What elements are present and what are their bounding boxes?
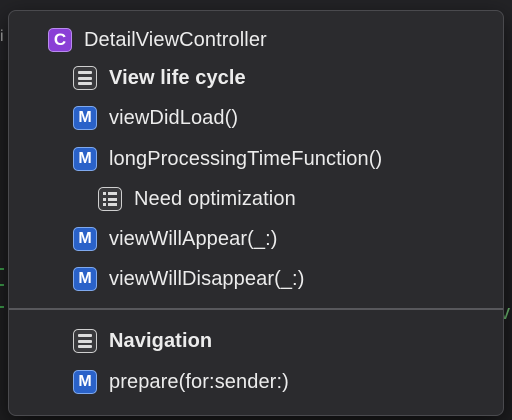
symbol-label: Navigation bbox=[109, 329, 213, 352]
method-icon: M bbox=[73, 147, 97, 171]
editor-gutter-mark bbox=[0, 306, 4, 308]
symbol-item-viewwilldisappear[interactable]: M viewWillDisappear(_:) bbox=[9, 264, 503, 294]
symbol-item-prepare[interactable]: M prepare(for:sender:) bbox=[9, 367, 503, 397]
symbol-item-navigation[interactable]: Navigation bbox=[9, 326, 503, 356]
editor-background: i v C DetailViewController View life cyc… bbox=[0, 0, 512, 420]
symbol-item-view-life-cycle[interactable]: View life cycle bbox=[9, 63, 503, 93]
symbol-item-viewwillappear[interactable]: M viewWillAppear(_:) bbox=[9, 224, 503, 254]
symbol-item-viewdidload[interactable]: M viewDidLoad() bbox=[9, 103, 503, 133]
symbol-item-longprocessingtimefunction[interactable]: M longProcessingTimeFunction() bbox=[9, 144, 503, 174]
mark-icon bbox=[73, 329, 97, 353]
method-icon: M bbox=[73, 106, 97, 130]
method-icon: M bbox=[73, 370, 97, 394]
editor-text-fragment: i bbox=[0, 28, 4, 45]
section-divider bbox=[9, 308, 503, 310]
method-icon: M bbox=[73, 227, 97, 251]
todo-list-icon bbox=[98, 187, 122, 211]
mark-icon bbox=[73, 66, 97, 90]
symbol-label: prepare(for:sender:) bbox=[109, 370, 289, 393]
editor-gutter-mark bbox=[0, 268, 4, 270]
symbol-navigator-popup: C DetailViewController View life cycle M… bbox=[8, 10, 504, 416]
editor-gutter-mark bbox=[0, 284, 4, 286]
symbol-label: Need optimization bbox=[134, 187, 296, 210]
symbol-item-need-optimization[interactable]: Need optimization bbox=[9, 184, 503, 214]
symbol-item-detailviewcontroller[interactable]: C DetailViewController bbox=[9, 25, 503, 55]
method-icon: M bbox=[73, 267, 97, 291]
symbol-label: viewWillDisappear(_:) bbox=[109, 267, 305, 290]
symbol-label: View life cycle bbox=[109, 66, 246, 89]
class-icon: C bbox=[48, 28, 72, 52]
symbol-label: viewWillAppear(_:) bbox=[109, 227, 278, 250]
symbol-label: longProcessingTimeFunction() bbox=[109, 147, 383, 170]
symbol-label: DetailViewController bbox=[84, 28, 267, 51]
symbol-label: viewDidLoad() bbox=[109, 106, 239, 129]
